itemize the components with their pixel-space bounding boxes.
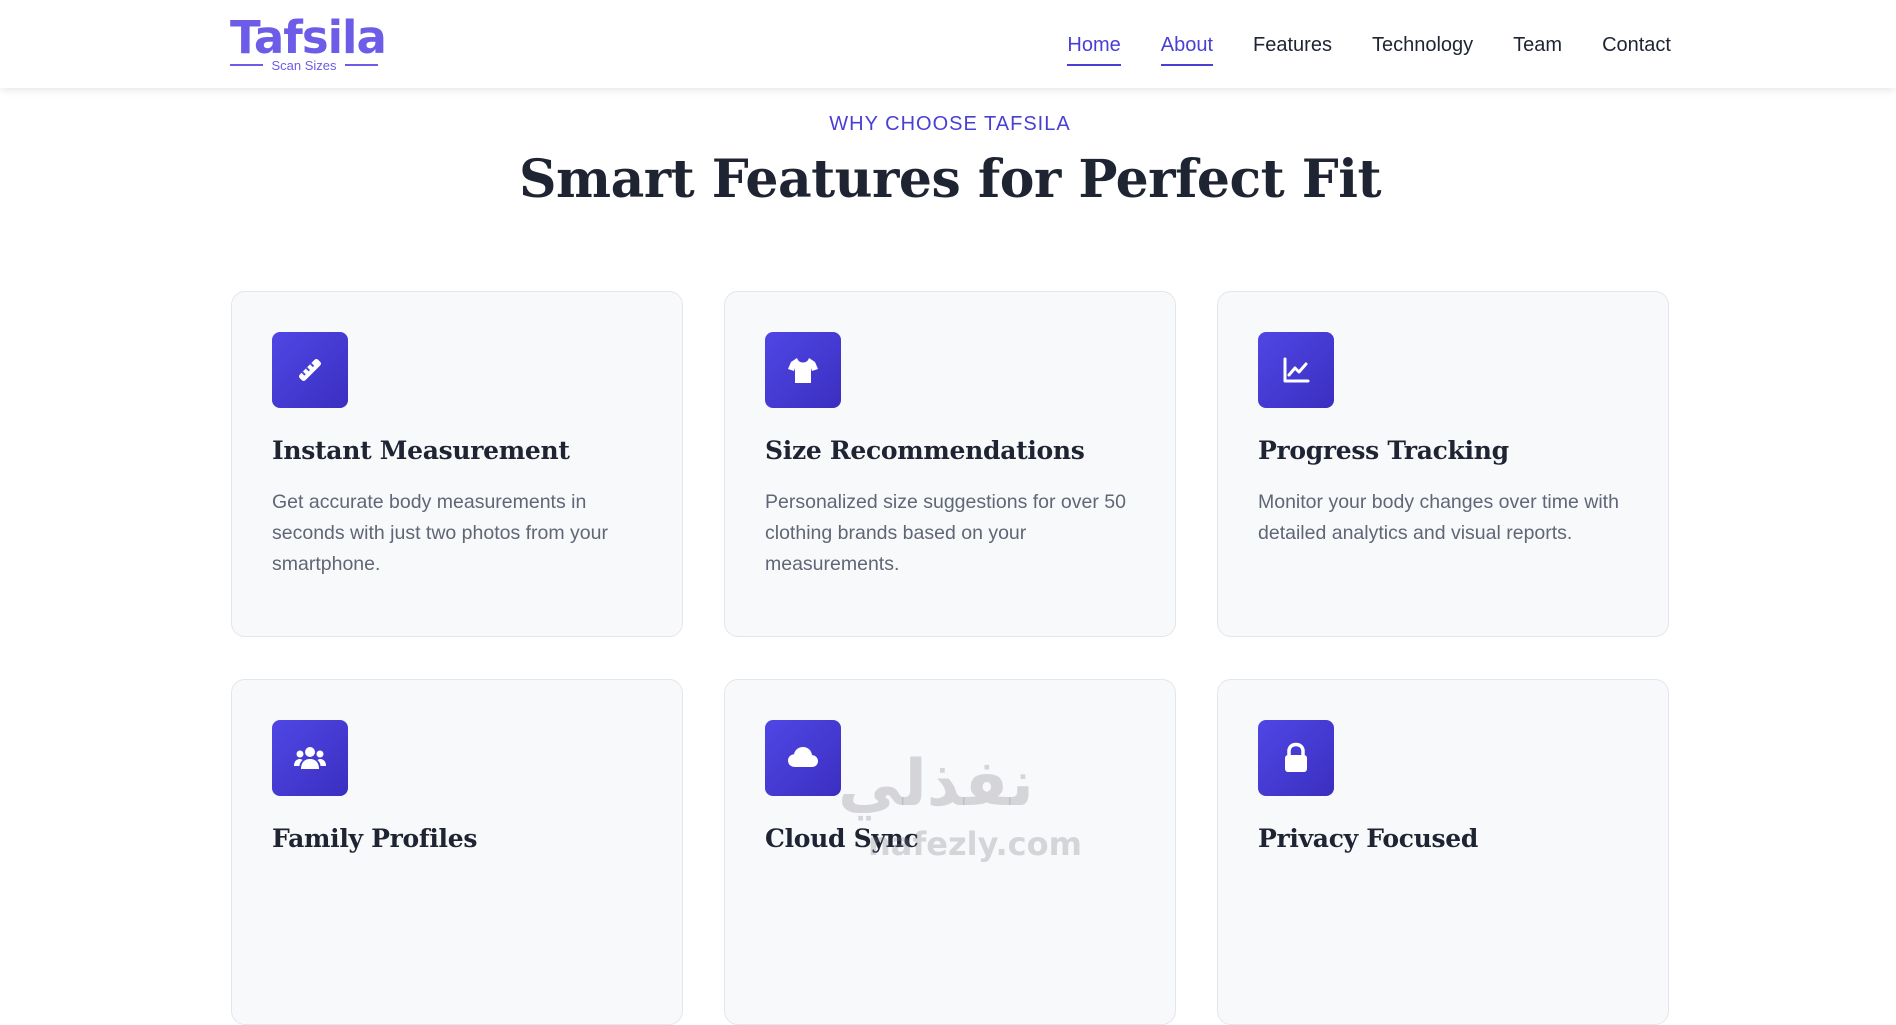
feature-card-family-profiles: Family Profiles	[231, 679, 683, 1025]
feature-card-instant-measurement: Instant Measurement Get accurate body me…	[231, 291, 683, 637]
lock-icon	[1258, 720, 1334, 796]
users-icon	[272, 720, 348, 796]
nav-team[interactable]: Team	[1513, 30, 1562, 66]
tshirt-icon	[765, 332, 841, 408]
ruler-icon	[272, 332, 348, 408]
section-eyebrow: WHY CHOOSE TAFSILA	[829, 113, 1071, 135]
feature-card-privacy-focused: Privacy Focused	[1217, 679, 1669, 1025]
cloud-icon	[765, 720, 841, 796]
feature-title: Cloud Sync	[765, 824, 919, 853]
nav-about[interactable]: About	[1160, 30, 1214, 66]
feature-title: Progress Tracking	[1258, 436, 1509, 465]
site-header: Tafsila Scan Sizes Home About Features T…	[0, 0, 1896, 88]
brand-name: Tafsila	[230, 11, 387, 64]
brand-logo[interactable]: Tafsila Scan Sizes	[230, 14, 387, 74]
nav-technology[interactable]: Technology	[1372, 30, 1473, 66]
feature-title: Instant Measurement	[272, 436, 570, 465]
brand-tagline-row: Scan Sizes	[230, 56, 379, 74]
nav-features[interactable]: Features	[1253, 30, 1332, 66]
chart-line-icon	[1258, 332, 1334, 408]
feature-description: Personalized size suggestions for over 5…	[765, 491, 1126, 575]
tagline-line-left	[230, 64, 264, 66]
section-title: Smart Features for Perfect Fit	[519, 149, 1382, 210]
feature-title: Size Recommendations	[765, 436, 1085, 465]
feature-description: Get accurate body measurements in second…	[272, 491, 608, 575]
feature-card-size-recommendations: Size Recommendations Personalized size s…	[724, 291, 1176, 637]
feature-card-progress-tracking: Progress Tracking Monitor your body chan…	[1217, 291, 1669, 637]
feature-description: Monitor your body changes over time with…	[1258, 491, 1619, 544]
tagline-line-right	[344, 64, 379, 66]
brand-tagline: Scan Sizes	[271, 57, 337, 73]
nav-contact[interactable]: Contact	[1602, 30, 1671, 66]
feature-card-cloud-sync: Cloud Sync	[724, 679, 1176, 1025]
main-nav: Home About Features Technology Team Cont…	[1067, 30, 1671, 66]
feature-title: Privacy Focused	[1258, 824, 1479, 853]
feature-title: Family Profiles	[272, 824, 478, 853]
nav-home[interactable]: Home	[1067, 30, 1122, 66]
